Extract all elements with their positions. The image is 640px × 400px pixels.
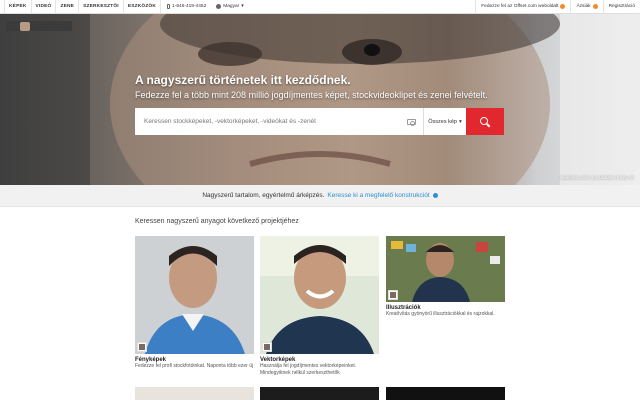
- nav-editorial[interactable]: SZERKESZTŐI: [79, 0, 124, 14]
- phone-text: 1-646-419-4452: [172, 4, 207, 9]
- search-input[interactable]: Keressen stockképeket, -vektorképeket, -…: [135, 108, 400, 135]
- image-credit[interactable]: Seamless color: ponukidatire Kristy Art: [560, 175, 634, 180]
- card-vectors-image[interactable]: [260, 236, 379, 354]
- pricing-link[interactable]: Keresse ki a megfelelő konstrukciót: [327, 192, 429, 199]
- filter-label: Összes kép: [428, 118, 457, 125]
- nav-images[interactable]: KÉPEK: [4, 0, 32, 14]
- card-illustrations-image[interactable]: [386, 236, 505, 302]
- band-text: Nagyszerű tartalom, egyértelmű árképzés.: [202, 192, 325, 199]
- login-link[interactable]: Ázsiák: [570, 0, 602, 14]
- user-thumbnail[interactable]: [6, 21, 72, 31]
- next-row-card-3[interactable]: [386, 387, 505, 400]
- user-icon: [592, 4, 598, 9]
- card-photos-desc: Fedezze fel profi stockfotóinkat. Napont…: [135, 363, 254, 369]
- hero-title: A nagyszerű történetek itt kezdődnek.: [135, 73, 351, 87]
- next-row-card-1[interactable]: [135, 387, 254, 400]
- camera-icon: [407, 118, 416, 126]
- nav-video[interactable]: VIDEÓ: [32, 0, 57, 14]
- illustration-portrait: [386, 236, 505, 302]
- register-link[interactable]: Regisztráció: [602, 0, 640, 14]
- vector-author-avatar[interactable]: [262, 342, 272, 352]
- language-text: Magyar: [223, 4, 240, 9]
- card-illustrations-desc: Kreatívítás gyönyörű illusztrációkkal és…: [386, 311, 495, 317]
- top-nav: KÉPEK VIDEÓ ZENE SZERKESZTŐI ESZKÖZÖK 1-…: [0, 0, 640, 14]
- nav-music[interactable]: ZENE: [56, 0, 80, 14]
- next-row-card-2[interactable]: [260, 387, 379, 400]
- photo-portrait: [135, 236, 254, 354]
- pricing-band: Nagyszerű tartalom, egyértelmű árképzés.…: [0, 185, 640, 207]
- search-icon: [480, 116, 490, 127]
- nav-right: Fedezze fel az Offset.com weboldalt Ázsi…: [475, 0, 640, 14]
- card-vectors[interactable]: Vektorképek Használja fel jogdíjmentes v…: [260, 236, 379, 377]
- search-bar: Keressen stockképeket, -vektorképeket, -…: [135, 108, 504, 135]
- card-photos-image[interactable]: [135, 236, 254, 354]
- caret-down-icon: ▾: [458, 118, 462, 125]
- illustrator-avatar[interactable]: [388, 290, 398, 300]
- search-filter-dropdown[interactable]: Összes kép ▾: [424, 108, 466, 135]
- search-button[interactable]: [466, 108, 504, 135]
- nav-tools[interactable]: ESZKÖZÖK: [124, 0, 162, 14]
- login-text: Ázsiák: [576, 4, 591, 9]
- section-title: Keressen nagyszerű anyagot következő pro…: [135, 218, 299, 225]
- vector-portrait: [260, 236, 379, 354]
- photographer-avatar[interactable]: [137, 342, 147, 352]
- chevron-down-icon: ▾: [241, 4, 244, 9]
- arrow-icon: [560, 4, 566, 9]
- offset-link-text: Fedezze fel az Offset.com weboldalt: [481, 4, 559, 9]
- hero-subtitle: Fedezze fel a több mint 208 millió jogdí…: [135, 90, 488, 100]
- hero: A nagyszerű történetek itt kezdődnek. Fe…: [0, 14, 640, 185]
- card-vectors-desc: Használja fel jogdíjmentes vektorképeink…: [260, 363, 357, 376]
- search-by-image-button[interactable]: [400, 108, 424, 135]
- phone-icon: [167, 4, 171, 9]
- offset-link[interactable]: Fedezze fel az Offset.com weboldalt: [475, 0, 570, 14]
- language-selector[interactable]: Magyar ▾: [216, 4, 244, 9]
- card-illustrations[interactable]: Illusztrációk Kreatívítás gyönyörű illus…: [386, 236, 505, 318]
- arrow-circle-icon[interactable]: [432, 193, 438, 198]
- phone-number[interactable]: 1-646-419-4452: [167, 4, 206, 9]
- card-photos[interactable]: Fényképek Fedezze fel profi stockfotóink…: [135, 236, 254, 370]
- globe-icon: [216, 4, 222, 9]
